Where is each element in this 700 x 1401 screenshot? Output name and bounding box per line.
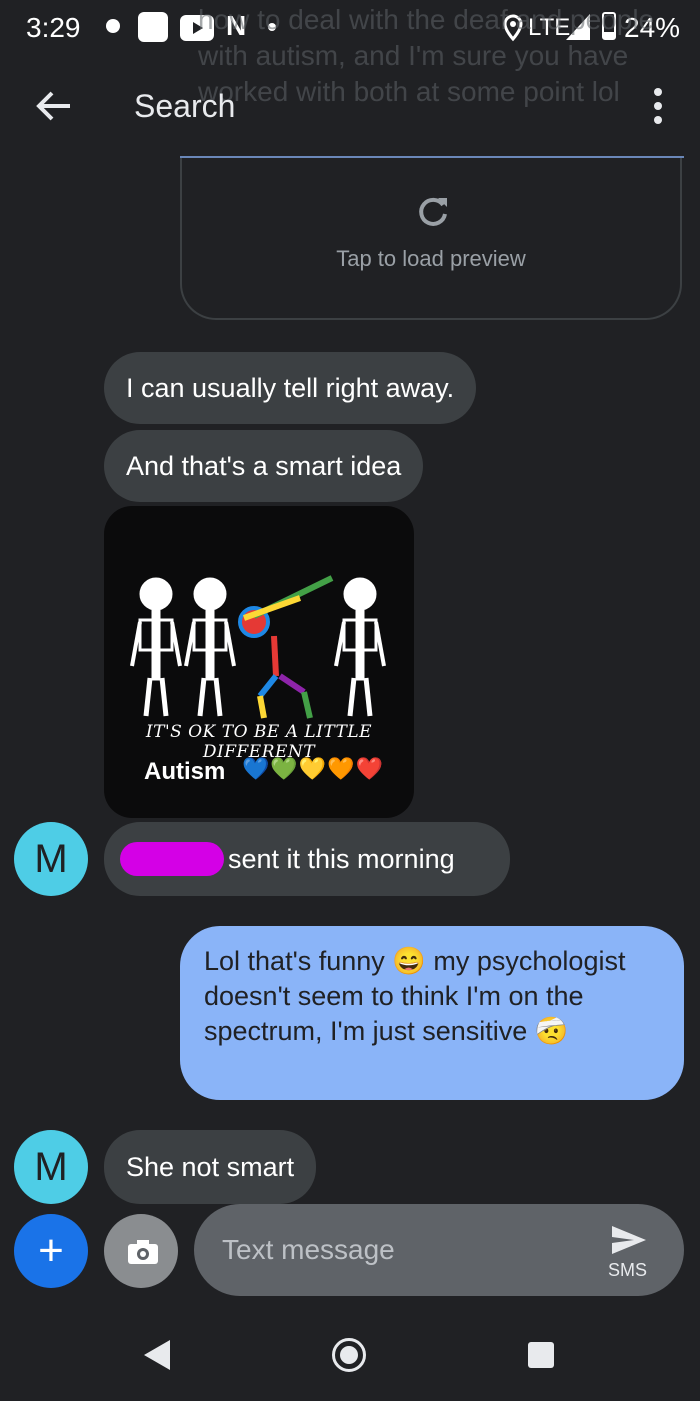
- add-attachment-button[interactable]: +: [14, 1214, 88, 1288]
- contact-avatar[interactable]: M: [14, 1130, 88, 1204]
- message-text: And that's a smart idea: [126, 450, 402, 481]
- send-icon[interactable]: [610, 1224, 648, 1261]
- message-text: sent it this morning: [228, 843, 455, 874]
- skeleton-illustration: [130, 575, 386, 719]
- home-nav-icon[interactable]: [332, 1338, 366, 1372]
- message-text: Lol that's funny 😄 my psychologist doesn…: [204, 946, 626, 1046]
- sms-label: SMS: [608, 1260, 648, 1280]
- received-message-2[interactable]: And that's a smart idea: [104, 430, 424, 502]
- navigation-bar: [0, 1310, 700, 1401]
- recents-nav-icon[interactable]: [528, 1342, 554, 1368]
- received-message-1[interactable]: I can usually tell right away.: [104, 352, 477, 424]
- redaction-scribble: [120, 842, 224, 876]
- toolbar: Search: [0, 56, 700, 156]
- sent-message[interactable]: Lol that's funny 😄 my psychologist doesn…: [180, 926, 684, 1100]
- message-text: She not smart: [126, 1151, 295, 1182]
- notification-dot-icon: [106, 19, 120, 33]
- tap-to-load-preview: Tap to load preview: [336, 246, 526, 271]
- app-notification-icon: [138, 12, 168, 42]
- message-text: I can usually tell right away.: [126, 372, 455, 403]
- status-time: 3:29: [26, 12, 81, 43]
- back-nav-icon[interactable]: [144, 1340, 170, 1375]
- image-title: Autism: [144, 758, 226, 785]
- camera-icon: [126, 1238, 160, 1271]
- received-image[interactable]: IT'S OK TO BE A LITTLE DIFFERENT Autism …: [104, 506, 414, 818]
- back-arrow-icon[interactable]: [34, 86, 74, 131]
- more-options-icon[interactable]: [650, 86, 666, 131]
- search-title[interactable]: Search: [134, 88, 235, 125]
- contact-avatar[interactable]: M: [14, 822, 88, 896]
- hearts-emoji: 💙💚💛🧡❤️: [242, 756, 384, 781]
- gallery-button[interactable]: [104, 1214, 178, 1288]
- message-input[interactable]: Text message SMS: [194, 1204, 684, 1296]
- link-preview-card[interactable]: Tap to load preview: [180, 158, 682, 320]
- message-placeholder: Text message: [222, 1234, 395, 1265]
- received-message-4[interactable]: She not smart: [104, 1130, 317, 1204]
- refresh-icon: [416, 194, 450, 228]
